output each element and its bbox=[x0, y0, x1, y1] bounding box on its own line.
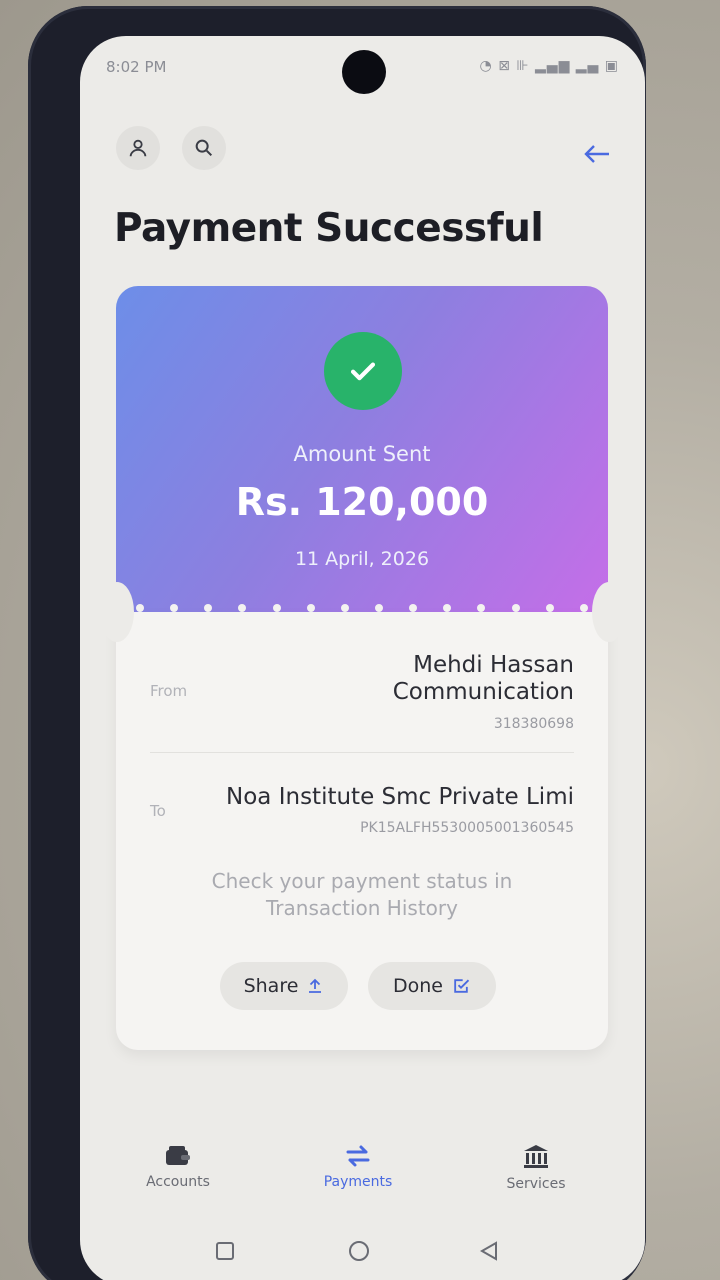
person-icon bbox=[129, 139, 147, 157]
recipient-name: Noa Institute Smc Private Limi bbox=[226, 784, 574, 810]
share-label: Share bbox=[243, 975, 299, 997]
receipt-header: Amount Sent Rs. 120,000 11 April, 2026 bbox=[116, 286, 608, 612]
status-time: 8:02 PM bbox=[106, 58, 167, 76]
nav-item-accounts[interactable]: Accounts bbox=[118, 1144, 238, 1190]
nav-label-accounts: Accounts bbox=[146, 1174, 210, 1190]
nav-label-payments: Payments bbox=[323, 1174, 393, 1190]
ticket-notch-right bbox=[592, 582, 626, 642]
upload-icon bbox=[309, 978, 322, 993]
back-button[interactable] bbox=[581, 138, 613, 170]
arrow-left-icon bbox=[584, 145, 609, 163]
home-button[interactable] bbox=[344, 1236, 374, 1266]
top-actions bbox=[116, 126, 226, 170]
receipt-details: From Mehdi Hassan Communication 31838069… bbox=[116, 612, 608, 1050]
from-label: From bbox=[150, 682, 188, 700]
nav-item-payments[interactable]: Payments bbox=[298, 1144, 418, 1190]
bank-icon bbox=[524, 1145, 548, 1168]
phone-frame: 8:02 PM ◔ ⊠ ⊪ ▂▄▆ ▂▄ ▣ Payment Successfu… bbox=[28, 6, 646, 1280]
nav-item-services[interactable]: Services bbox=[476, 1144, 596, 1192]
done-label: Done bbox=[393, 975, 443, 997]
ticket-notch-left bbox=[100, 582, 134, 642]
check-icon bbox=[350, 362, 376, 381]
page-title: Payment Successful bbox=[114, 206, 544, 251]
ticket-perforation bbox=[136, 604, 588, 614]
sender-name: Mehdi Hassan Communication bbox=[392, 652, 574, 705]
status-note: Check your payment status in Transaction… bbox=[116, 868, 608, 922]
square-icon bbox=[216, 1242, 234, 1260]
system-back-button[interactable] bbox=[474, 1236, 504, 1266]
circle-icon bbox=[349, 1241, 369, 1261]
search-button[interactable] bbox=[182, 126, 226, 170]
checkbox-icon bbox=[454, 979, 470, 993]
transaction-history-link[interactable]: Transaction History bbox=[116, 895, 608, 922]
divider bbox=[150, 752, 574, 753]
status-icons: ◔ ⊠ ⊪ ▂▄▆ ▂▄ ▣ bbox=[479, 58, 619, 74]
status-bar: 8:02 PM ◔ ⊠ ⊪ ▂▄▆ ▂▄ ▣ bbox=[80, 36, 645, 106]
success-badge bbox=[324, 332, 402, 410]
recipient-account: PK15ALFH5530005001360545 bbox=[360, 820, 574, 836]
nav-label-services: Services bbox=[506, 1176, 566, 1192]
amount-label: Amount Sent bbox=[293, 442, 431, 466]
sender-account: 318380698 bbox=[493, 716, 574, 732]
share-button[interactable]: Share bbox=[220, 962, 348, 1010]
amount-value: Rs. 120,000 bbox=[235, 480, 489, 524]
done-button[interactable]: Done bbox=[368, 962, 496, 1010]
status-note-line1: Check your payment status in bbox=[211, 869, 513, 893]
wallet-icon bbox=[166, 1146, 190, 1165]
to-label: To bbox=[150, 802, 166, 820]
system-navigation bbox=[80, 1232, 645, 1272]
recents-button[interactable] bbox=[210, 1236, 240, 1266]
triangle-back-icon bbox=[479, 1241, 497, 1261]
transaction-date: 11 April, 2026 bbox=[294, 548, 430, 570]
bottom-navigation: Accounts Payments Services bbox=[80, 1144, 645, 1214]
transfer-icon bbox=[346, 1145, 370, 1167]
front-camera bbox=[342, 50, 386, 94]
profile-button[interactable] bbox=[116, 126, 160, 170]
search-icon bbox=[195, 139, 213, 157]
phone-screen: 8:02 PM ◔ ⊠ ⊪ ▂▄▆ ▂▄ ▣ Payment Successfu… bbox=[80, 36, 645, 1280]
action-row: Share Done bbox=[220, 962, 496, 1010]
